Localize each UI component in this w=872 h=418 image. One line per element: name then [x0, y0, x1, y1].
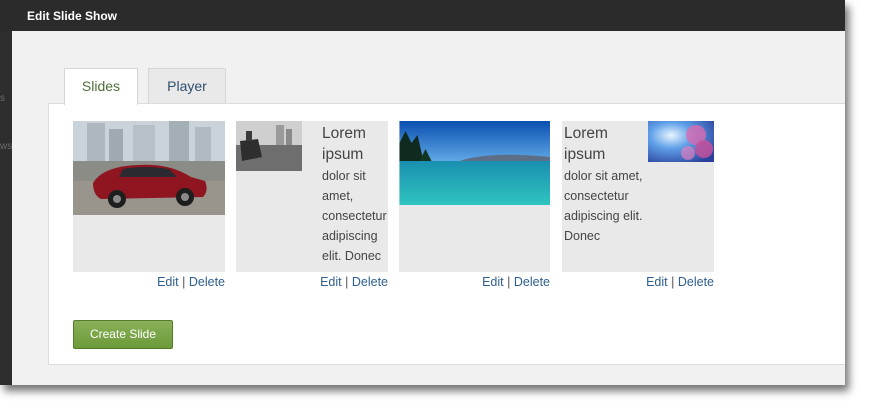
delete-link[interactable]: Delete [352, 275, 388, 289]
slide-card [399, 121, 550, 272]
window-title: Edit Slide Show [27, 9, 118, 23]
delete-link[interactable]: Delete [189, 275, 225, 289]
tab-slides[interactable]: Slides [64, 68, 138, 105]
sidebar-fragment: ws [0, 141, 13, 152]
tab-player[interactable]: Player [148, 68, 226, 103]
slide-title: Lorem ipsum [322, 125, 366, 163]
left-sidebar-strip: s ws [0, 31, 12, 385]
tab-label: Slides [81, 78, 121, 94]
car-image [73, 121, 225, 215]
slide-card: Lorem ipsum dolor sit amet, consectetur … [562, 121, 714, 272]
slide-body: dolor sit amet, consectetur adipiscing e… [322, 169, 387, 263]
sidebar-fragment: s [0, 93, 5, 104]
edit-link[interactable]: Edit [482, 275, 504, 289]
slide-body: dolor sit amet, consectetur adipiscing e… [564, 169, 643, 243]
slide-actions: Edit | Delete [236, 275, 388, 289]
separator: | [345, 275, 349, 289]
edit-link[interactable]: Edit [157, 275, 179, 289]
edit-link[interactable]: Edit [646, 275, 668, 289]
blossom-image [648, 121, 714, 162]
separator: | [507, 275, 511, 289]
edit-link[interactable]: Edit [320, 275, 342, 289]
separator: | [671, 275, 675, 289]
slides-panel: Edit | Delete Lorem ipsum dolor sit amet… [48, 103, 845, 365]
delete-link[interactable]: Delete [514, 275, 550, 289]
titlebar: Edit Slide Show [0, 0, 845, 31]
tab-label: Player [167, 78, 207, 94]
edit-slide-show-window: Edit Slide Show s ws Slides Player Edit … [0, 0, 845, 385]
slide-card: Lorem ipsum dolor sit amet, consectetur … [236, 121, 388, 272]
delete-link[interactable]: Delete [678, 275, 714, 289]
create-slide-button[interactable]: Create Slide [73, 320, 173, 349]
separator: | [182, 275, 186, 289]
lake-image [399, 121, 550, 205]
slide-actions: Edit | Delete [399, 275, 550, 289]
slide-actions: Edit | Delete [562, 275, 714, 289]
slide-card [73, 121, 225, 272]
slide-title: Lorem ipsum [564, 125, 608, 163]
harbor-image [236, 121, 302, 171]
slide-actions: Edit | Delete [73, 275, 225, 289]
